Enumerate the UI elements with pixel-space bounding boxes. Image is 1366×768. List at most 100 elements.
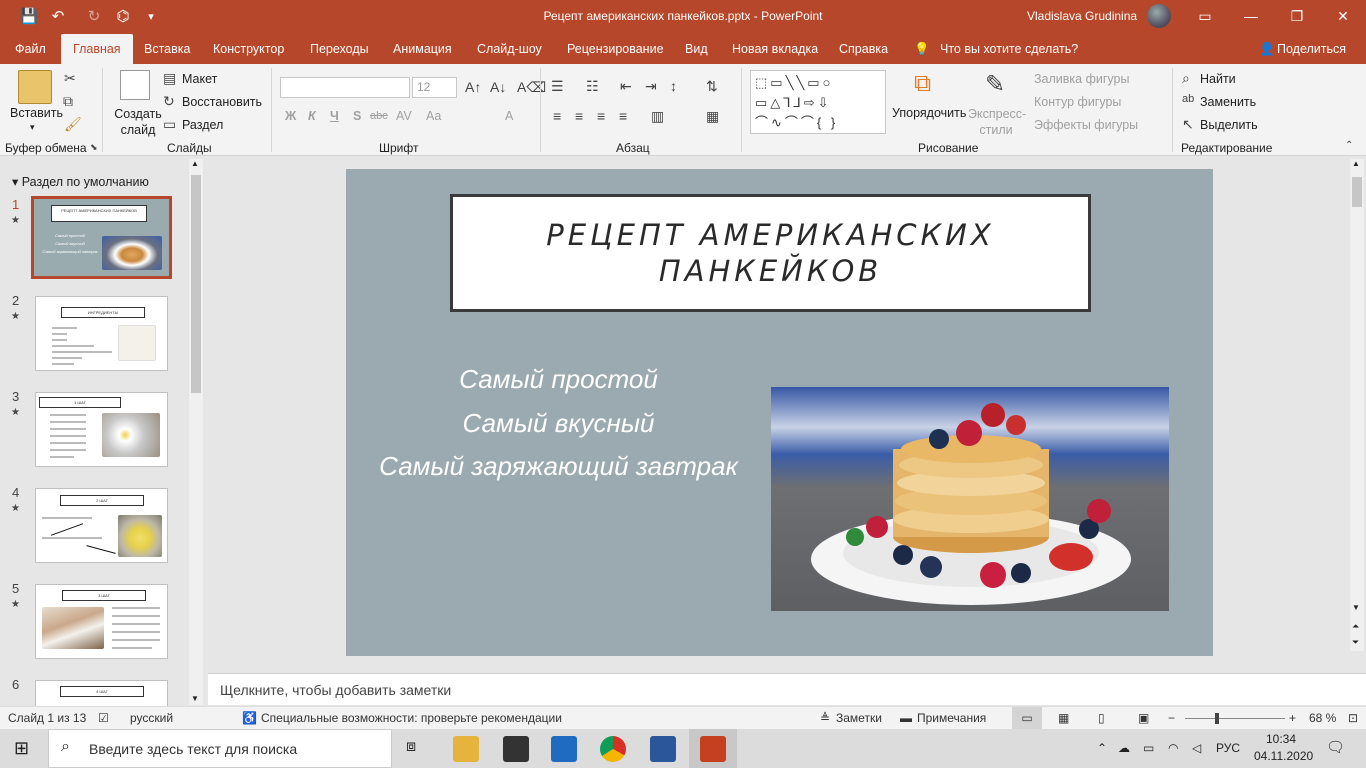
shadow-icon[interactable]: S <box>353 109 361 123</box>
comments-button[interactable]: Примечания <box>917 711 986 725</box>
slide-thumbnail-3[interactable]: 1 ШАГ <box>35 392 168 467</box>
align-right-icon[interactable]: ≡ <box>597 108 605 124</box>
slide-thumbnail-2[interactable]: ИНГРЕДИЕНТЫ <box>35 296 168 371</box>
chrome-icon[interactable] <box>600 736 626 762</box>
powerpoint-taskbar-button[interactable] <box>689 729 737 768</box>
previous-slide-icon[interactable]: ⏶ <box>1352 621 1359 632</box>
subtitle-line[interactable]: Самый вкусный <box>346 408 771 439</box>
close-button[interactable]: ✕ <box>1320 0 1366 34</box>
scroll-up-icon[interactable]: ▲ <box>191 159 199 168</box>
minimize-button[interactable]: — <box>1228 0 1274 34</box>
shape-outline-button[interactable]: Контур фигуры <box>1034 95 1121 109</box>
strikethrough-icon[interactable]: abc <box>370 110 388 122</box>
word-icon[interactable] <box>650 736 676 762</box>
canvas-scroll-thumb[interactable] <box>1352 177 1362 207</box>
collapse-ribbon-icon[interactable]: ⌃ <box>1345 140 1353 151</box>
font-name-combo[interactable] <box>280 77 410 98</box>
tell-me-search[interactable]: Что вы хотите сделать? <box>940 34 1078 64</box>
tab-help[interactable]: Справка <box>839 34 888 64</box>
share-button[interactable]: Поделиться <box>1277 34 1346 64</box>
italic-icon[interactable]: К <box>308 109 316 123</box>
underline-icon[interactable]: Ч <box>330 109 339 123</box>
tab-design[interactable]: Конструктор <box>213 34 284 64</box>
shape-fill-button[interactable]: Заливка фигуры <box>1034 72 1129 86</box>
file-explorer-icon[interactable] <box>453 736 479 762</box>
smartart-icon[interactable]: ▦ <box>706 108 719 125</box>
slideshow-start-icon[interactable]: ⌬ <box>112 7 134 25</box>
input-language[interactable]: РУС <box>1216 741 1240 755</box>
redo-icon[interactable]: ↻ <box>83 7 105 25</box>
reset-button[interactable]: Восстановить <box>182 95 262 109</box>
slide-counter[interactable]: Слайд 1 из 13 <box>8 711 86 725</box>
align-center-icon[interactable]: ≡ <box>575 108 583 124</box>
taskbar-search-box[interactable]: ⌕ Введите здесь текст для поиска <box>48 729 392 768</box>
mail-icon[interactable] <box>551 736 577 762</box>
bold-icon[interactable]: Ж <box>285 109 296 123</box>
subtitle-line[interactable]: Самый заряжающий завтрак <box>346 451 771 482</box>
slide-title-box[interactable]: РЕЦЕПТ АМЕРИКАНСКИХ ПАНКЕЙКОВ <box>450 194 1091 312</box>
store-icon[interactable] <box>503 736 529 762</box>
zoom-out-icon[interactable]: − <box>1168 711 1175 725</box>
user-name[interactable]: Vladislava Grudinina <box>1027 9 1137 23</box>
tab-insert[interactable]: Вставка <box>144 34 190 64</box>
current-slide[interactable]: РЕЦЕПТ АМЕРИКАНСКИХ ПАНКЕЙКОВ Самый прос… <box>346 169 1213 656</box>
reading-view-icon[interactable]: ▯ <box>1098 711 1105 725</box>
undo-icon[interactable]: ↶ <box>47 7 69 25</box>
line-spacing-icon[interactable]: ↕ <box>670 78 677 94</box>
fit-slide-icon[interactable]: ⊡ <box>1348 711 1358 725</box>
align-left-icon[interactable]: ≡ <box>553 108 561 124</box>
select-button[interactable]: Выделить <box>1200 118 1258 132</box>
increase-font-icon[interactable]: A↑ <box>465 79 481 95</box>
tab-animations[interactable]: Анимация <box>393 34 452 64</box>
qat-customize-icon[interactable]: ▾ <box>140 10 162 23</box>
cut-icon[interactable]: ✂ <box>64 70 76 87</box>
text-direction-icon[interactable]: ⇅ <box>706 78 718 95</box>
format-painter-icon[interactable]: 🖌 <box>64 116 82 133</box>
tab-slideshow[interactable]: Слайд-шоу <box>477 34 542 64</box>
restore-button[interactable]: ❐ <box>1274 0 1320 34</box>
paste-icon[interactable] <box>18 70 52 104</box>
scroll-down-icon[interactable]: ▼ <box>1352 603 1360 612</box>
subtitle-line[interactable]: Самый простой <box>346 364 771 395</box>
paste-button[interactable]: Вставить <box>10 106 63 120</box>
scroll-up-icon[interactable]: ▲ <box>1352 159 1360 168</box>
tab-home[interactable]: Главная <box>61 34 133 64</box>
copy-icon[interactable]: ⧉ <box>63 93 73 110</box>
ribbon-display-options-icon[interactable]: ▭ <box>1182 0 1228 34</box>
quick-styles-button[interactable]: Экспресс-стили <box>968 106 1026 138</box>
thumbnail-scroll-thumb[interactable] <box>191 175 201 393</box>
find-button[interactable]: Найти <box>1200 72 1236 86</box>
battery-icon[interactable]: ▭ <box>1143 741 1154 755</box>
layout-button[interactable]: Макет <box>182 72 217 86</box>
thumbnail-scrollbar[interactable]: ▲ ▼ <box>189 159 203 705</box>
tab-review[interactable]: Рецензирование <box>567 34 664 64</box>
quick-styles-icon[interactable]: ✎ <box>985 70 1005 99</box>
zoom-slider[interactable] <box>1185 713 1285 724</box>
shapes-gallery[interactable]: ⬚▭╲╲▭○ ▭△⅂⅃⇨⇩ ⌒∿⌒⌒{ } <box>750 70 886 134</box>
clear-formatting-icon[interactable]: A⌫ <box>517 79 546 96</box>
notifications-icon[interactable]: 🗨 <box>1326 738 1345 756</box>
slide-thumbnail-5[interactable]: 3 ШАГ <box>35 584 168 659</box>
language-indicator[interactable]: русский <box>130 711 173 725</box>
zoom-in-icon[interactable]: + <box>1289 711 1296 725</box>
arrange-icon[interactable]: ⧉ <box>914 70 931 98</box>
justify-icon[interactable]: ≡ <box>619 108 627 124</box>
canvas-scrollbar[interactable]: ▲ ▼ ⏶ ⏷ <box>1350 159 1364 651</box>
slide-thumbnail-1[interactable]: РЕЦЕПТ АМЕРИКАНСКИХ ПАНКЕЙКОВ Самый прос… <box>31 196 172 279</box>
paste-dropdown-icon[interactable]: ▾ <box>30 122 35 133</box>
bullets-icon[interactable]: ☰ <box>551 78 564 95</box>
shape-effects-button[interactable]: Эффекты фигуры <box>1034 118 1138 132</box>
clock-date[interactable]: 04.11.2020 <box>1254 749 1313 763</box>
pancake-photo[interactable] <box>771 387 1169 611</box>
notes-pane[interactable]: Щелкните, чтобы добавить заметки <box>208 673 1366 705</box>
char-spacing-icon[interactable]: AV <box>396 109 412 123</box>
slide-thumbnail-6[interactable]: 4 ШАГ <box>35 680 168 707</box>
task-view-icon[interactable]: ⧈ <box>406 738 416 756</box>
numbering-icon[interactable]: ☷ <box>586 78 599 95</box>
replace-button[interactable]: Заменить <box>1200 95 1256 109</box>
arrange-button[interactable]: Упорядочить <box>892 106 966 120</box>
slideshow-view-icon[interactable]: ▣ <box>1138 711 1149 725</box>
section-header[interactable]: ▾ Раздел по умолчанию <box>12 174 149 189</box>
zoom-slider-thumb[interactable] <box>1215 713 1220 724</box>
clock-time[interactable]: 10:34 <box>1266 732 1296 746</box>
